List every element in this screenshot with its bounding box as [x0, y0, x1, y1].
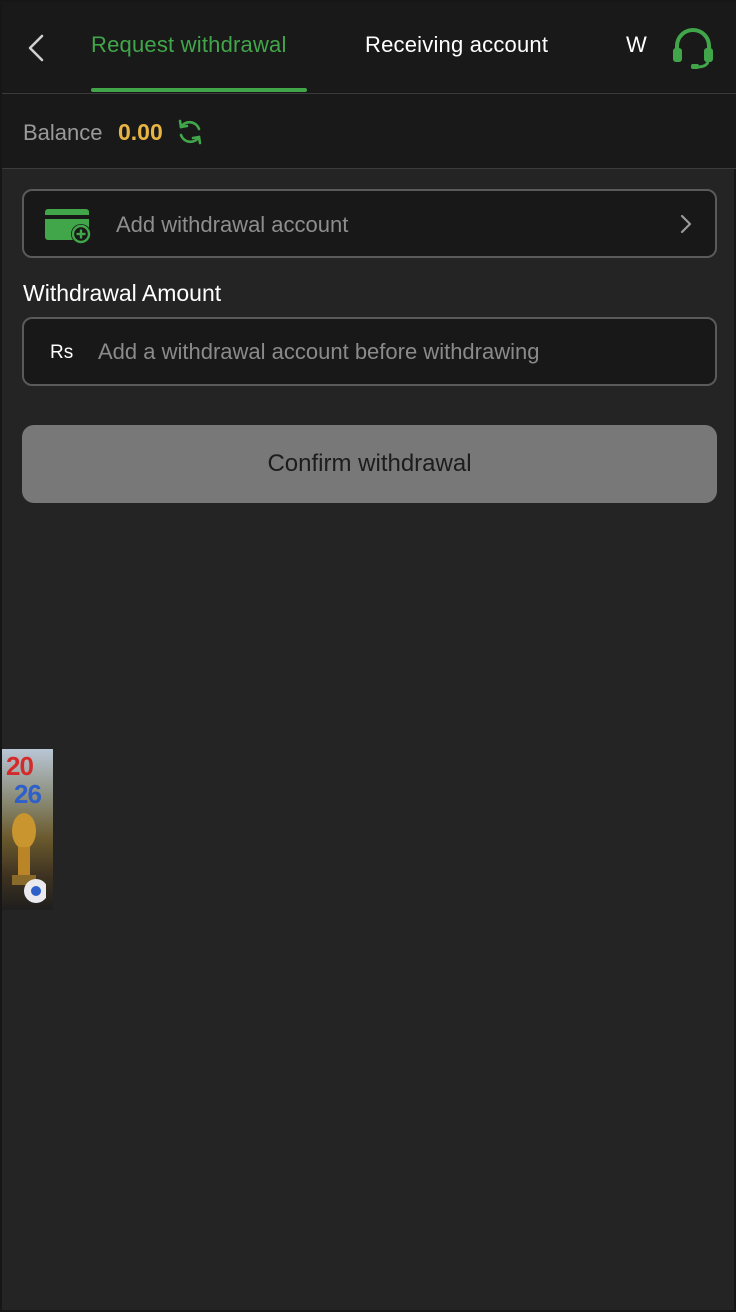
balance-value: 0.00	[118, 119, 163, 145]
chevron-left-icon	[28, 34, 44, 62]
wallet-plus-icon	[45, 209, 91, 244]
promo-year-bottom: 26	[14, 779, 42, 809]
balance-bar	[2, 94, 736, 169]
add-withdrawal-account-row[interactable]: Add withdrawal account	[22, 189, 717, 258]
currency-prefix: Rs	[50, 342, 74, 363]
tab-receiving-account[interactable]: Receiving account	[365, 32, 548, 58]
tab-request-withdrawal[interactable]: Request withdrawal	[91, 32, 287, 58]
confirm-withdrawal-button[interactable]: Confirm withdrawal	[22, 425, 717, 503]
refresh-icon	[178, 119, 202, 145]
promo-banner[interactable]: 20 26	[2, 749, 53, 910]
customer-support-button[interactable]	[670, 28, 716, 70]
top-nav: Request withdrawal Receiving account W	[2, 2, 736, 94]
active-tab-indicator	[91, 88, 307, 92]
chevron-right-icon	[680, 214, 692, 234]
add-account-label: Add withdrawal account	[116, 212, 349, 237]
trophy-icon	[12, 813, 46, 903]
balance-label: Balance	[23, 120, 103, 145]
headset-icon	[673, 28, 713, 69]
promo-year-top: 20	[6, 751, 34, 781]
back-button[interactable]	[20, 30, 52, 66]
refresh-balance-button[interactable]	[176, 118, 204, 146]
withdrawal-amount-input[interactable]	[98, 329, 698, 375]
tab-withdrawal-record[interactable]: W	[626, 32, 647, 58]
app-screen: Request withdrawal Receiving account W B…	[0, 0, 736, 1312]
withdrawal-amount-label: Withdrawal Amount	[23, 280, 222, 306]
withdrawal-amount-field: Rs	[22, 317, 717, 386]
